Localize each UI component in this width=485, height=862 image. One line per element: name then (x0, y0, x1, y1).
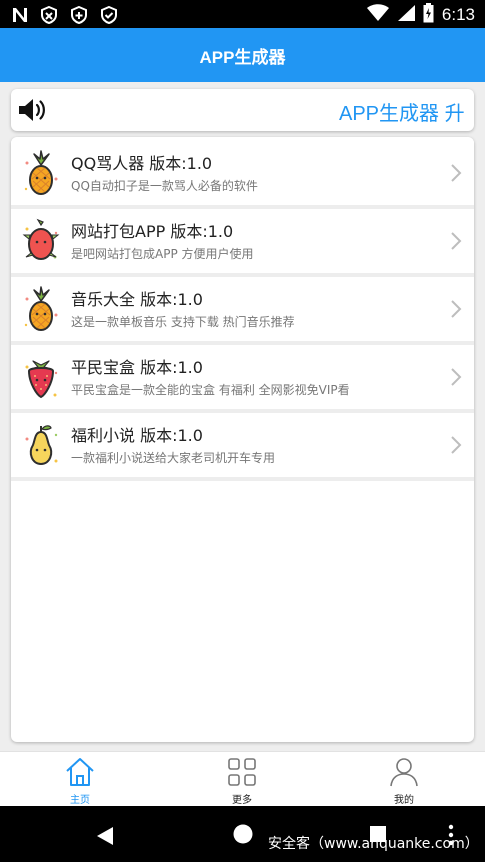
menu-dots-icon[interactable] (448, 824, 454, 850)
tab-label: 主页 (70, 795, 90, 806)
tab-mine[interactable]: 我的 (364, 752, 444, 807)
tab-label: 我的 (394, 795, 414, 806)
divider (11, 477, 474, 481)
clock-time: 6:13 (441, 5, 475, 24)
tab-more[interactable]: 更多 (202, 752, 282, 807)
status-bar: 6:13 (0, 0, 485, 28)
list-item[interactable]: QQ骂人器 版本:1.0 QQ自动扣子是一款骂人必备的软件 (11, 141, 474, 205)
pineapple-icon (21, 149, 61, 197)
shield-check-icon (100, 6, 118, 24)
pitaya-icon (21, 217, 61, 265)
speaker-icon (17, 98, 47, 126)
chevron-right-icon (450, 163, 462, 187)
wifi-icon (366, 4, 389, 26)
system-nav-bar: 安全客（www.anquanke.com） (0, 806, 485, 862)
item-title: 网站打包APP 版本:1.0 (71, 222, 234, 241)
grid-icon (228, 758, 256, 786)
item-desc: 一款福利小说送给大家老司机开车专用 (71, 451, 276, 465)
shield-plus-icon (70, 6, 88, 24)
signal-icon (397, 4, 415, 26)
home-circle-icon[interactable] (233, 824, 253, 848)
item-title: 福利小说 版本:1.0 (71, 426, 203, 445)
chevron-right-icon (450, 231, 462, 255)
notice-bar[interactable]: APP生成器 升 (11, 89, 474, 131)
item-title: 平民宝盒 版本:1.0 (71, 358, 203, 377)
chevron-right-icon (450, 299, 462, 323)
page-title: APP生成器 (199, 47, 286, 67)
list-item[interactable]: 网站打包APP 版本:1.0 是吧网站打包成APP 方便用户使用 (11, 209, 474, 273)
item-title: 音乐大全 版本:1.0 (71, 290, 203, 309)
list-item[interactable]: 音乐大全 版本:1.0 这是一款单板音乐 支持下载 热门音乐推荐 (11, 277, 474, 341)
pear-icon (21, 421, 61, 469)
item-desc: 是吧网站打包成APP 方便用户使用 (71, 247, 254, 261)
chevron-right-icon (450, 435, 462, 459)
notice-marquee-text: APP生成器 升 (339, 103, 465, 125)
home-icon (66, 758, 94, 786)
app-list: QQ骂人器 版本:1.0 QQ自动扣子是一款骂人必备的软件 网站打包APP 版本… (11, 137, 474, 742)
item-desc: 平民宝盒是一款全能的宝盒 有福利 全网影视免VIP看 (71, 383, 350, 397)
tab-home[interactable]: 主页 (40, 752, 120, 807)
item-desc: 这是一款单板音乐 支持下载 热门音乐推荐 (71, 315, 295, 329)
n-icon (12, 7, 28, 23)
strawberry-icon (21, 353, 61, 401)
notification-icons (12, 6, 118, 24)
item-desc: QQ自动扣子是一款骂人必备的软件 (71, 179, 258, 193)
chevron-right-icon (450, 367, 462, 391)
app-header: APP生成器 (0, 28, 485, 82)
list-item[interactable]: 平民宝盒 版本:1.0 平民宝盒是一款全能的宝盒 有福利 全网影视免VIP看 (11, 345, 474, 409)
tab-label: 更多 (232, 795, 252, 806)
bottom-tab-bar: 主页 更多 我的 (0, 751, 485, 806)
user-icon (390, 758, 418, 787)
back-icon[interactable] (96, 827, 114, 849)
list-item[interactable]: 福利小说 版本:1.0 一款福利小说送给大家老司机开车专用 (11, 413, 474, 477)
pineapple-icon (21, 285, 61, 333)
battery-icon (423, 3, 434, 27)
shield-x-icon (40, 6, 58, 24)
item-title: QQ骂人器 版本:1.0 (71, 154, 213, 173)
